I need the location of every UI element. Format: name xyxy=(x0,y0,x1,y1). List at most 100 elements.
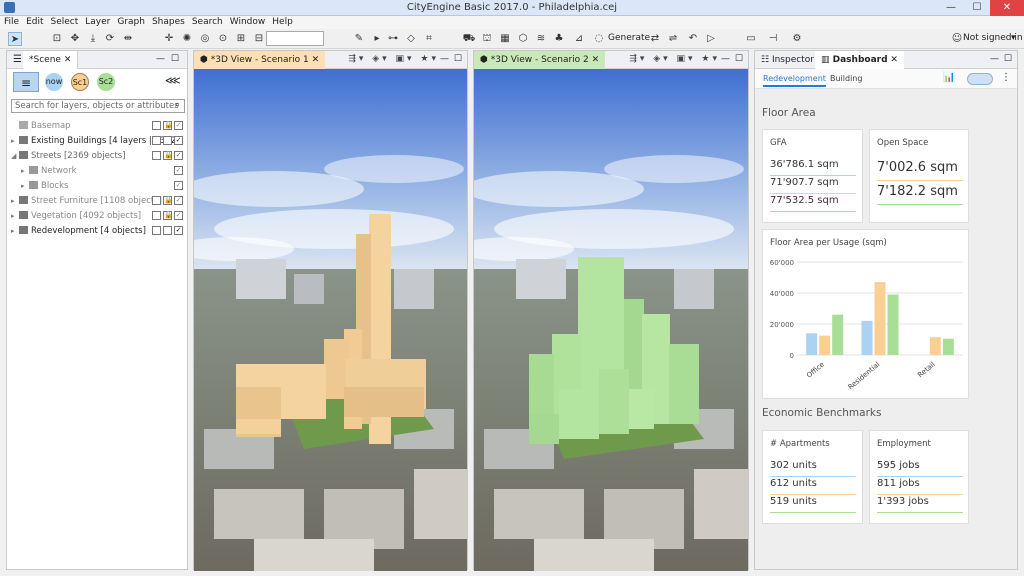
cleanup-icon[interactable]: ⇄ xyxy=(648,32,662,46)
menu-search[interactable]: Search xyxy=(192,16,223,29)
maximize-panel-icon[interactable]: ☐ xyxy=(171,54,179,64)
minimize-panel-icon[interactable]: — xyxy=(440,54,449,64)
settings-icon[interactable]: ⚙ xyxy=(790,32,804,46)
shape-icon[interactable]: ⬡ xyxy=(516,32,530,46)
share-icon[interactable]: ⋘ xyxy=(165,74,181,87)
maximize-panel-icon[interactable]: ☐ xyxy=(1004,54,1012,64)
layer-existing-buildings[interactable]: ▸ Existing Buildings [4 layers | 4332 ✓ xyxy=(11,134,187,148)
ruler-icon[interactable]: ▭ xyxy=(744,32,758,46)
menu-window[interactable]: Window xyxy=(230,16,266,29)
tab-3d-view-scenario-1[interactable]: ⬢ *3D View - Scenario 1 ✕ xyxy=(194,51,326,69)
graph-icon[interactable]: ⊿ xyxy=(572,32,586,46)
layer-checkbox[interactable]: ✓ xyxy=(174,181,183,190)
scenario-sc1-button[interactable]: Sc1 xyxy=(71,73,89,91)
tumble-icon[interactable]: ✺ xyxy=(180,32,194,46)
menu-file[interactable]: File xyxy=(4,16,19,29)
layer-checkbox[interactable]: ✓ xyxy=(174,211,183,220)
lock-toggle[interactable]: 🔒 xyxy=(163,121,173,130)
rect-street-icon[interactable]: ⊶ xyxy=(386,32,400,46)
layer-vegetation[interactable]: ▸ Vegetation [4092 objects] 🔒 ✓ xyxy=(11,209,187,223)
bar-office-1[interactable] xyxy=(819,335,831,355)
view1-tools-icon[interactable]: ⇶▾ ◈▾ ▣▾ ★▾ xyxy=(348,54,439,64)
bar-retail-2[interactable] xyxy=(942,338,954,355)
minimize-panel-icon[interactable]: — xyxy=(721,54,730,64)
menu-select[interactable]: Select xyxy=(51,16,79,29)
lock-toggle[interactable]: 🔒 xyxy=(163,211,173,220)
bar-residential-0[interactable] xyxy=(861,320,873,355)
user-icon[interactable]: ☺ xyxy=(950,32,964,46)
account-dropdown-icon[interactable]: ▾ xyxy=(1011,33,1016,43)
bar-office-0[interactable] xyxy=(806,333,818,355)
layer-stack-icon[interactable]: ≡ xyxy=(13,72,39,92)
lock-toggle[interactable] xyxy=(163,136,172,145)
select-tool-icon[interactable]: ➤ xyxy=(8,32,22,46)
layer-street-furniture[interactable]: ▸ Street Furniture [1108 objects] 🔒 ✓ xyxy=(11,194,187,208)
maximize-panel-icon[interactable]: ☐ xyxy=(735,54,743,64)
layer-blocks[interactable]: ▸ Blocks ✓ xyxy=(11,179,187,193)
minimize-button[interactable]: — xyxy=(938,0,964,16)
tab-close-icon[interactable]: ✕ xyxy=(589,55,600,65)
layer-checkbox[interactable]: ✓ xyxy=(174,226,183,235)
lock-icon[interactable]: ⊟ xyxy=(252,32,266,46)
lock-toggle[interactable]: 🔒 xyxy=(163,196,173,205)
maximize-button[interactable]: ☐ xyxy=(964,0,990,16)
menu-edit[interactable]: Edit xyxy=(26,16,43,29)
lot-icon[interactable]: ▦ xyxy=(498,32,512,46)
lock-toggle[interactable]: 🔒 xyxy=(163,151,173,160)
minimize-panel-icon[interactable]: — xyxy=(990,54,999,64)
view2-tools-icon[interactable]: ⇶▾ ◈▾ ▣▾ ★▾ xyxy=(629,54,720,64)
viewport-scenario-1[interactable] xyxy=(194,69,467,571)
layer-checkbox[interactable]: ✓ xyxy=(174,196,183,205)
move-down-icon[interactable]: ⤓ xyxy=(86,32,100,46)
layer-checkbox[interactable]: ✓ xyxy=(174,151,183,160)
layer-redevelopment[interactable]: ▸ Redevelopment [4 objects] ✓ xyxy=(11,224,187,238)
street-network-icon[interactable]: ⛟ xyxy=(462,32,476,46)
tab-close-icon[interactable]: ✕ xyxy=(888,55,898,65)
tab-inspector[interactable]: ☷ Inspector xyxy=(755,51,820,69)
generate-icon[interactable]: ◌ xyxy=(592,32,606,46)
tree-icon[interactable]: ♣ xyxy=(552,32,566,46)
undo-icon[interactable]: ↶ xyxy=(686,32,700,46)
tab-3d-view-scenario-2[interactable]: ⬢ *3D View - Scenario 2 ✕ xyxy=(474,51,606,69)
rotate-icon[interactable]: ⟳ xyxy=(103,32,117,46)
move-icon[interactable]: ✥ xyxy=(68,32,82,46)
street-tool-icon[interactable]: ⌗ xyxy=(422,32,436,46)
visibility-toggle[interactable] xyxy=(152,121,161,130)
play-icon[interactable]: ▷ xyxy=(704,32,718,46)
frame-select-icon[interactable]: ⊡ xyxy=(50,32,64,46)
generate-label[interactable]: Generate xyxy=(608,33,650,43)
menu-graph[interactable]: Graph xyxy=(117,16,145,29)
bar-office-2[interactable] xyxy=(832,314,844,355)
visibility-toggle[interactable] xyxy=(152,136,161,145)
layer-checkbox[interactable]: ✓ xyxy=(174,136,183,145)
draw-shape-icon[interactable]: ▸ xyxy=(370,32,384,46)
minimize-panel-icon[interactable]: — xyxy=(156,54,165,64)
tab-close-icon[interactable]: ✕ xyxy=(64,55,72,65)
toggle-switch[interactable] xyxy=(967,73,993,85)
visibility-toggle[interactable] xyxy=(152,226,161,235)
layer-streets[interactable]: ◢ Streets [2369 objects] 🔒 ✓ xyxy=(11,149,187,163)
search-icon[interactable]: ⌕ xyxy=(175,100,180,110)
menu-layer[interactable]: Layer xyxy=(85,16,110,29)
align-icon[interactable]: ⇌ xyxy=(666,32,680,46)
add-chart-icon[interactable]: 📊 xyxy=(943,72,955,83)
visibility-toggle[interactable] xyxy=(152,196,161,205)
tab-close-icon[interactable]: ✕ xyxy=(309,55,320,65)
tab-scene[interactable]: *Scene ✕ xyxy=(23,51,79,69)
layer-basemap[interactable]: Basemap 🔒 ✓ xyxy=(11,119,187,133)
block-icon[interactable]: ⛫ xyxy=(480,32,494,46)
orbit-icon[interactable]: ◎ xyxy=(198,32,212,46)
layer-checkbox[interactable]: ✓ xyxy=(174,166,183,175)
maximize-panel-icon[interactable]: ☐ xyxy=(454,54,462,64)
terrain-icon[interactable]: ≋ xyxy=(534,32,548,46)
scenario-sc2-button[interactable]: Sc2 xyxy=(97,73,115,91)
scale-icon[interactable]: ⇹ xyxy=(121,32,135,46)
scenario-now-button[interactable]: now xyxy=(45,73,63,91)
polygon-icon[interactable]: ◇ xyxy=(404,32,418,46)
lock-toggle[interactable] xyxy=(163,226,172,235)
subtab-building[interactable]: Building xyxy=(830,74,862,83)
subtab-redevelopment[interactable]: Redevelopment xyxy=(763,74,826,87)
bar-retail-1[interactable] xyxy=(929,337,941,355)
viewport-scenario-2[interactable] xyxy=(474,69,748,571)
visibility-toggle[interactable] xyxy=(152,211,161,220)
